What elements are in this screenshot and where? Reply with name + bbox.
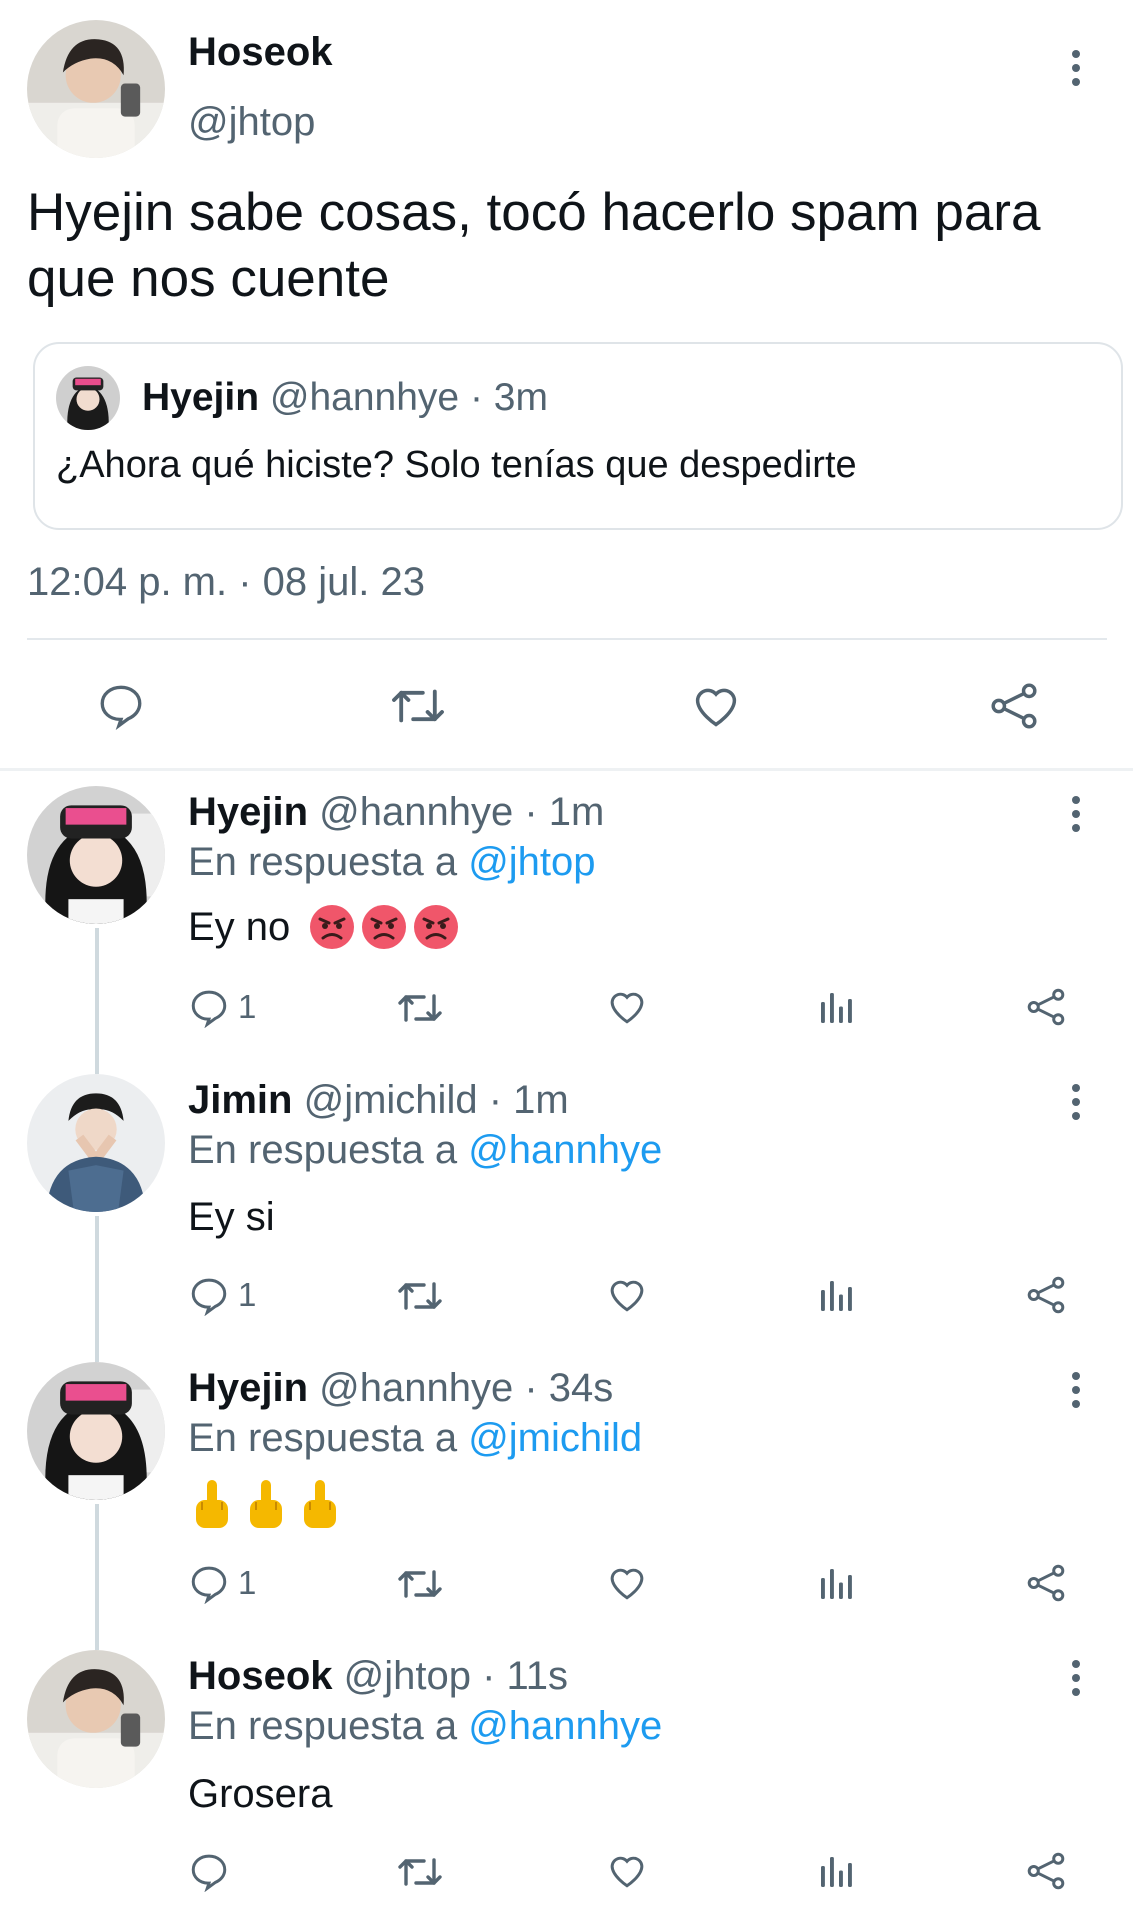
reply-count: 1 bbox=[238, 1564, 257, 1601]
reply-prefix: En respuesta a bbox=[188, 1416, 469, 1460]
share-icon[interactable] bbox=[988, 680, 1040, 732]
angry-face-emoji bbox=[360, 903, 408, 951]
share-button[interactable] bbox=[1025, 1274, 1067, 1316]
reply-meta: @hannhye · 1m bbox=[319, 790, 605, 834]
tweet-timestamp[interactable]: 12:04 p. m. · 08 jul. 23 bbox=[27, 560, 425, 605]
author-handle[interactable]: @jhtop bbox=[188, 100, 315, 145]
quoted-author-name[interactable]: Hyejin bbox=[142, 376, 259, 419]
more-options-icon[interactable] bbox=[1066, 1660, 1086, 1696]
retweet-button[interactable] bbox=[396, 1852, 444, 1892]
reply-author-name[interactable]: Hyejin bbox=[188, 1366, 308, 1410]
middle-finger-emoji bbox=[244, 1478, 288, 1535]
reply-button[interactable]: 1 bbox=[188, 986, 256, 1028]
reply-meta: @hannhye · 34s bbox=[319, 1366, 614, 1410]
quoted-avatar bbox=[56, 366, 120, 430]
reply-prefix: En respuesta a bbox=[188, 1128, 469, 1172]
heart-icon bbox=[606, 1274, 648, 1314]
middle-finger-emoji bbox=[190, 1478, 234, 1535]
heart-icon bbox=[606, 1850, 648, 1890]
heart-icon[interactable] bbox=[690, 680, 742, 730]
comment-icon[interactable] bbox=[96, 680, 146, 730]
share-button[interactable] bbox=[1025, 1562, 1067, 1604]
share-button[interactable] bbox=[1025, 1850, 1067, 1892]
more-options-icon[interactable] bbox=[1066, 1084, 1086, 1120]
retweet-button[interactable] bbox=[396, 988, 444, 1028]
reply-to-link[interactable]: @hannhye bbox=[468, 1704, 662, 1748]
comment-icon bbox=[188, 1274, 230, 1316]
retweet-icon bbox=[396, 988, 444, 1028]
reply-meta: @jhtop · 11s bbox=[343, 1654, 569, 1698]
reply-author-name[interactable]: Hoseok bbox=[188, 1654, 333, 1698]
reply-to-link[interactable]: @jhtop bbox=[468, 840, 595, 884]
stats-button[interactable] bbox=[818, 1854, 854, 1890]
more-options-icon[interactable] bbox=[1066, 796, 1086, 832]
retweet-button[interactable] bbox=[396, 1564, 444, 1604]
stats-button[interactable] bbox=[818, 1278, 854, 1314]
reply-prefix: En respuesta a bbox=[188, 840, 469, 884]
reply-text: Ey no bbox=[188, 904, 291, 949]
reply-meta: @jmichild · 1m bbox=[303, 1078, 569, 1122]
tweet-text-line1: Hyejin sabe cosas, tocó hacerlo spam par… bbox=[27, 183, 1041, 242]
quoted-author-meta: @hannhye · 3m bbox=[269, 376, 548, 419]
reply-to-link[interactable]: @jmichild bbox=[468, 1416, 642, 1460]
author-name[interactable]: Hoseok bbox=[188, 30, 333, 75]
quoted-text: ¿Ahora qué hiciste? Solo tenías que desp… bbox=[56, 444, 857, 486]
more-options-icon[interactable] bbox=[1066, 1372, 1086, 1408]
share-icon bbox=[1025, 1274, 1067, 1316]
share-icon bbox=[1025, 1850, 1067, 1892]
reply-to-link[interactable]: @hannhye bbox=[468, 1128, 662, 1172]
thread-line bbox=[95, 1504, 99, 1650]
avatar-hyejin[interactable] bbox=[27, 1362, 165, 1500]
reply-button[interactable] bbox=[188, 1850, 230, 1892]
avatar-hoseok[interactable] bbox=[27, 20, 165, 158]
reply-count: 1 bbox=[238, 1276, 257, 1313]
avatar-hoseok[interactable] bbox=[27, 1650, 165, 1788]
retweet-icon[interactable] bbox=[389, 682, 447, 730]
retweet-icon bbox=[396, 1852, 444, 1892]
reply-author-name[interactable]: Hyejin bbox=[188, 790, 308, 834]
avatar-jimin[interactable] bbox=[27, 1074, 165, 1212]
reply-button[interactable]: 1 bbox=[188, 1562, 256, 1604]
share-icon bbox=[1025, 986, 1067, 1028]
reply-text: Grosera bbox=[188, 1772, 333, 1816]
reply-button[interactable]: 1 bbox=[188, 1274, 256, 1316]
divider bbox=[27, 638, 1107, 640]
avatar-hyejin[interactable] bbox=[27, 786, 165, 924]
retweet-button[interactable] bbox=[396, 1276, 444, 1316]
like-button[interactable] bbox=[606, 1850, 648, 1890]
reply-author-name[interactable]: Jimin bbox=[188, 1078, 292, 1122]
thread-line bbox=[95, 1216, 99, 1362]
retweet-icon bbox=[396, 1564, 444, 1604]
stats-icon bbox=[818, 1278, 854, 1314]
reply-text: Ey si bbox=[188, 1195, 275, 1239]
stats-button[interactable] bbox=[818, 1566, 854, 1602]
stats-button[interactable] bbox=[818, 990, 854, 1026]
reply-count: 1 bbox=[238, 988, 257, 1025]
angry-face-emoji bbox=[412, 903, 460, 951]
thread-line bbox=[95, 928, 99, 1074]
like-button[interactable] bbox=[606, 986, 648, 1026]
middle-finger-emoji bbox=[298, 1478, 342, 1535]
angry-face-emoji bbox=[308, 903, 356, 951]
section-divider bbox=[0, 768, 1133, 771]
heart-icon bbox=[606, 986, 648, 1026]
like-button[interactable] bbox=[606, 1562, 648, 1602]
like-button[interactable] bbox=[606, 1274, 648, 1314]
tweet-text-line2: que nos cuente bbox=[27, 249, 390, 308]
comment-icon bbox=[188, 1562, 230, 1604]
share-button[interactable] bbox=[1025, 986, 1067, 1028]
stats-icon bbox=[818, 990, 854, 1026]
more-options-icon[interactable] bbox=[1066, 50, 1086, 86]
retweet-icon bbox=[396, 1276, 444, 1316]
heart-icon bbox=[606, 1562, 648, 1602]
quoted-tweet-card[interactable] bbox=[33, 342, 1123, 530]
comment-icon bbox=[188, 1850, 230, 1892]
reply-prefix: En respuesta a bbox=[188, 1704, 469, 1748]
share-icon bbox=[1025, 1562, 1067, 1604]
stats-icon bbox=[818, 1566, 854, 1602]
comment-icon bbox=[188, 986, 230, 1028]
stats-icon bbox=[818, 1854, 854, 1890]
